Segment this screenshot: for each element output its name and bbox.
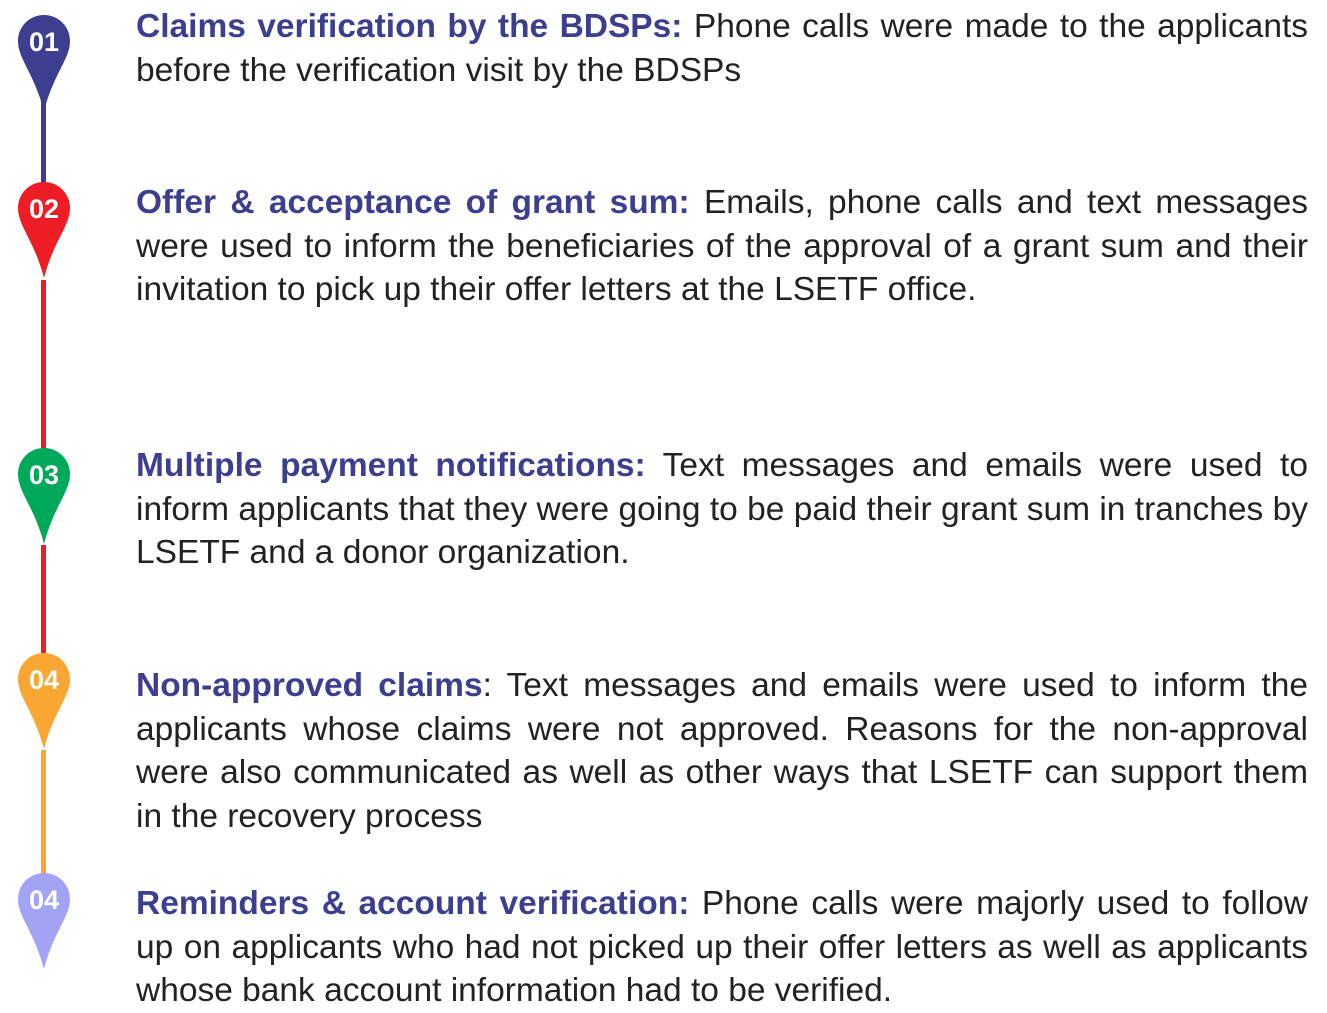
step-title: Multiple payment notifications: [136,447,646,484]
step-item-3: Multiple payment notifications: Text mes… [136,444,1308,575]
step-title: Offer & acceptance of grant sum: [136,184,690,221]
step-number: 04 [28,885,60,915]
timeline-connector-3 [41,545,46,665]
step-item-5: Reminders & account verification: Phone … [136,882,1308,1013]
step-item-1: Claims verification by the BDSPs: Phone … [136,5,1308,92]
step-marker-3: 03 [18,448,70,544]
step-marker-2: 02 [18,182,70,278]
step-title: Claims verification by the BDSPs: [136,8,683,45]
step-title: Non-approved claims [136,667,483,704]
timeline-connector-2 [41,280,46,475]
step-item-2: Offer & acceptance of grant sum: Emails,… [136,181,1308,312]
step-number: 04 [28,665,60,695]
step-number: 01 [28,27,60,57]
step-marker-5: 04 [18,873,70,969]
step-separator: : [482,667,492,704]
step-item-4: Non-approved claims: Text messages and e… [136,664,1308,838]
step-title: Reminders & account verification: [136,885,690,922]
step-marker-4: 04 [18,653,70,749]
step-number: 02 [28,194,60,224]
step-number: 03 [28,460,60,490]
step-marker-1: 01 [18,15,70,111]
timeline: 01 02 03 04 04 [0,0,100,1012]
